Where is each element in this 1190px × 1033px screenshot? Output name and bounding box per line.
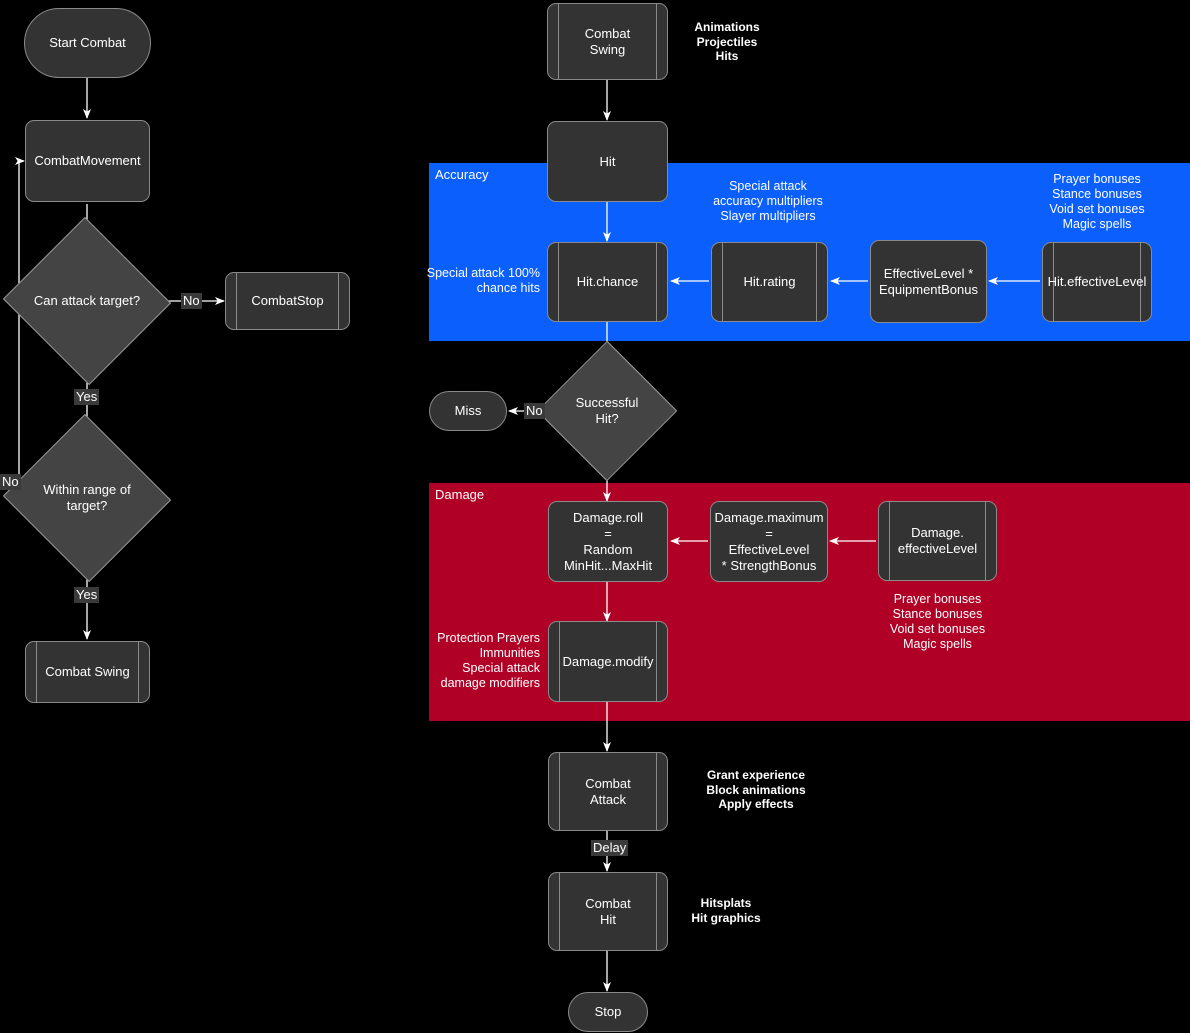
edge-label-no-within-range: No [0, 474, 21, 490]
annotation-attack-notes: Grant experience Block animations Apply … [706, 768, 806, 811]
node-damage-modify-label: Damage.modify [562, 653, 654, 669]
node-hit-label: Hit [599, 153, 616, 169]
node-successful-hit-label: Successful Hit? [575, 395, 639, 426]
node-damage-modify[interactable]: Damage.modify [548, 621, 668, 702]
node-combat-swing-label: Combat Swing [584, 25, 631, 57]
node-combat-stop-label: CombatStop [251, 293, 324, 308]
node-effective-level-equipment-bonus-label: EffectiveLevel * EquipmentBonus [878, 265, 978, 297]
flowchart-canvas: Accuracy Damage Start Combat CombatMovem… [0, 0, 1190, 1033]
node-damage-maximum-label: Damage.maximum = EffectiveLevel * Streng… [714, 509, 824, 573]
node-hit-rating[interactable]: Hit.rating [711, 242, 828, 322]
node-miss[interactable]: Miss [429, 391, 507, 431]
node-start-combat[interactable]: Start Combat [24, 8, 151, 78]
node-combat-attack[interactable]: Combat Attack [548, 752, 668, 831]
edge-label-yes-can-attack: Yes [74, 389, 100, 405]
node-start-combat-label: Start Combat [49, 35, 126, 50]
node-combat-swing[interactable]: Combat Swing [547, 3, 668, 80]
node-damage-effective-level[interactable]: Damage. effectiveLevel [878, 501, 997, 581]
annotation-damage-bonuses: Prayer bonuses Stance bonuses Void set b… [889, 592, 986, 651]
node-hit-effective-level-label: Hit.effectiveLevel [1047, 274, 1147, 289]
node-can-attack-target-label: Can attack target? [33, 293, 141, 308]
annotation-swing-notes: Animations Projectiles Hits [694, 20, 760, 63]
edge-label-yes-within-range: Yes [74, 587, 100, 603]
node-hit[interactable]: Hit [547, 121, 668, 202]
node-combat-swing-left[interactable]: Combat Swing [25, 641, 150, 703]
annotation-damage-modifiers: Protection Prayers Immunities Special at… [437, 631, 540, 690]
node-hit-effective-level[interactable]: Hit.effectiveLevel [1042, 242, 1152, 322]
accuracy-band-label: Accuracy [435, 167, 489, 182]
node-stop[interactable]: Stop [568, 992, 648, 1032]
node-damage-roll-label: Damage.roll = Random MinHit...MaxHit [563, 509, 653, 573]
node-combat-swing-left-label: Combat Swing [45, 664, 130, 679]
node-damage-effective-level-label: Damage. effectiveLevel [897, 525, 978, 556]
node-effective-level-equipment-bonus[interactable]: EffectiveLevel * EquipmentBonus [870, 240, 987, 323]
node-combat-hit-label: Combat Hit [585, 895, 631, 927]
damage-band-label: Damage [435, 487, 485, 502]
node-stop-label: Stop [594, 1004, 622, 1019]
node-combat-hit[interactable]: Combat Hit [548, 872, 668, 951]
node-combat-movement[interactable]: CombatMovement [25, 120, 150, 202]
node-within-range[interactable]: Within range of target? [2, 413, 172, 583]
node-damage-maximum[interactable]: Damage.maximum = EffectiveLevel * Streng… [710, 501, 828, 582]
annotation-accuracy-bonuses: Prayer bonuses Stance bonuses Void set b… [1049, 172, 1145, 231]
node-combat-stop[interactable]: CombatStop [225, 272, 350, 330]
edge-label-no-successful-hit: No [524, 403, 545, 419]
node-can-attack-target[interactable]: Can attack target? [2, 216, 172, 386]
node-hit-chance-label: Hit.chance [576, 274, 639, 289]
node-combat-attack-label: Combat Attack [585, 775, 631, 807]
edge-label-delay: Delay [591, 840, 629, 856]
edge-label-no-can-attack: No [181, 293, 202, 309]
node-damage-roll[interactable]: Damage.roll = Random MinHit...MaxHit [548, 501, 668, 582]
annotation-accuracy-multipliers: Special attack accuracy multipliers Slay… [713, 179, 823, 223]
node-miss-label: Miss [454, 403, 482, 418]
node-hit-chance[interactable]: Hit.chance [547, 242, 668, 322]
node-within-range-label: Within range of target? [43, 482, 131, 513]
annotation-hit-notes: Hitsplats Hit graphics [691, 896, 761, 925]
node-combat-movement-label: CombatMovement [34, 153, 141, 168]
node-hit-rating-label: Hit.rating [743, 274, 796, 289]
annotation-special-attack-100: Special attack 100% chance hits [426, 266, 540, 295]
node-successful-hit[interactable]: Successful Hit? [536, 340, 678, 482]
